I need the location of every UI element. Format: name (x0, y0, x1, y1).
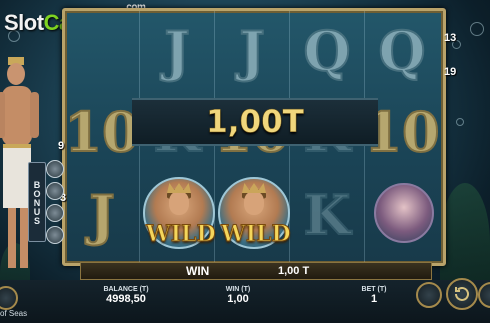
payline-number: 19 (444, 66, 457, 78)
bubble (470, 22, 484, 36)
balance-label: BALANCE (T) (103, 286, 149, 293)
reel-symbol (65, 11, 139, 91)
reel-symbol-j: J (238, 18, 266, 84)
spin-icon[interactable] (446, 278, 478, 310)
wild-label: WILD (146, 221, 217, 248)
payline-number: 13 (444, 32, 457, 44)
win-label: WIN (T) (225, 286, 251, 293)
wild-symbol: WILD (215, 173, 292, 257)
win-display: WIN (T) 1,00 (210, 286, 266, 305)
win-amount-text: 1,00T (206, 104, 304, 141)
mermaid-symbol (365, 173, 439, 257)
bet-value: 1 (370, 293, 378, 305)
bet-label: BET (T) (361, 286, 387, 293)
mermaid-portrait (374, 183, 434, 243)
win-value: 1,00 (227, 293, 249, 305)
balance-value: 4998,50 (106, 293, 146, 305)
bubble (456, 118, 464, 126)
win-strip: WIN 1,00 T (80, 262, 432, 280)
payline-number: 9 (58, 140, 65, 152)
balance-display: BALANCE (T) 4998,50 (96, 286, 156, 305)
bet-display: BET (T) 1 (346, 286, 402, 305)
game-title: of Seas (0, 309, 28, 318)
bonus-option-icon[interactable] (46, 182, 64, 200)
bonus-buy-button[interactable]: BONUS (28, 162, 46, 242)
reel-symbol-q: Q (302, 18, 351, 84)
bonus-label: BONUS (32, 179, 42, 225)
reel-symbol-10: 10 (63, 99, 140, 165)
reel-symbol-k: K (303, 182, 352, 248)
logo-text-slot: Slot (4, 10, 44, 35)
bonus-option-icon[interactable] (46, 160, 64, 178)
reel-symbol-j: J (163, 18, 191, 84)
bonus-option-icon[interactable] (46, 204, 64, 222)
wild-label: WILD (221, 221, 292, 248)
wild-symbol: WILD (140, 173, 217, 257)
bonus-option-icon[interactable] (46, 226, 64, 244)
autoplay-icon[interactable] (416, 282, 442, 308)
reel-symbol-q: Q (377, 18, 426, 84)
win-strip-value: 1,00 T (278, 265, 310, 277)
win-strip-label: WIN (186, 264, 210, 278)
reel-symbol-j: J (88, 182, 116, 248)
win-amount-overlay: 1,00T (132, 98, 378, 146)
